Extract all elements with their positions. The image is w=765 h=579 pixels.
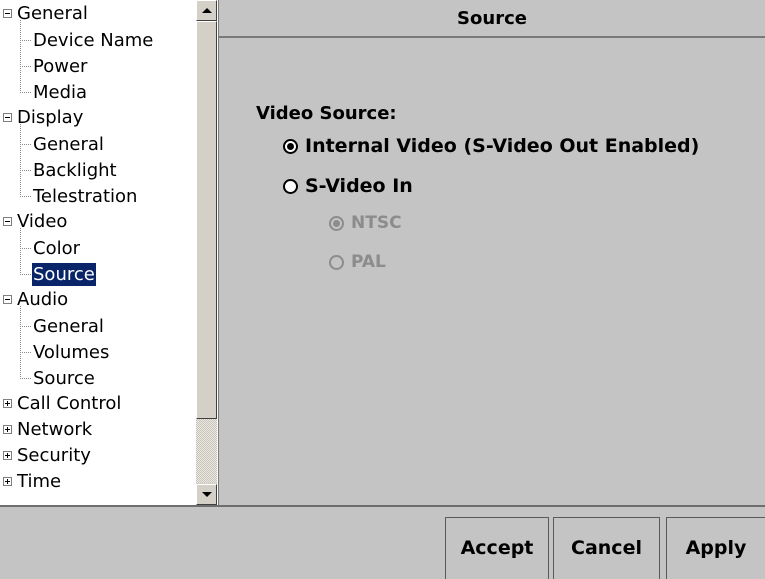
radio-label: S-Video In — [305, 175, 413, 197]
tree-label: Media — [33, 82, 88, 103]
tree-label: Device Name — [33, 30, 154, 51]
tree-connector — [20, 306, 21, 379]
tree-connector — [20, 40, 31, 41]
expand-plus-icon[interactable] — [3, 425, 12, 434]
tree-connector — [20, 66, 31, 67]
expand-plus-icon[interactable] — [3, 477, 12, 486]
page-title: Source — [457, 8, 527, 29]
radio-dot-icon — [287, 143, 294, 150]
settings-tree-panel: General Device Name Power Media Display Gener… — [0, 0, 219, 505]
tree-label: Color — [33, 238, 80, 259]
tree-connector — [20, 20, 21, 93]
radio-label: PAL — [351, 252, 386, 272]
collapse-minus-icon[interactable] — [3, 113, 12, 122]
tree-connector — [20, 124, 21, 197]
tree-connector — [20, 92, 31, 93]
tree-label: Network — [17, 419, 93, 440]
tree-scrollbar[interactable] — [196, 0, 217, 505]
tree-label: Call Control — [17, 393, 122, 414]
radio-button-icon — [329, 216, 344, 231]
content-pane: Source Video Source: Internal Video (S-V… — [219, 0, 765, 505]
collapse-minus-icon[interactable] — [3, 295, 12, 304]
scroll-down-button[interactable] — [196, 484, 217, 505]
tree-connector — [20, 274, 31, 275]
video-source-label: Video Source: — [256, 103, 397, 124]
radio-button-icon — [283, 139, 298, 154]
expand-plus-icon[interactable] — [3, 451, 12, 460]
tree-viewport: General Device Name Power Media Display Gener… — [0, 0, 196, 505]
section-header: Source — [219, 0, 765, 38]
tree-label: Security — [17, 445, 91, 466]
tree-label: Display — [17, 107, 84, 128]
tree-label: Time — [17, 471, 62, 492]
tree-connector — [20, 196, 31, 197]
tree-connector — [20, 248, 31, 249]
arrow-up-icon — [202, 8, 212, 13]
apply-button[interactable]: Apply — [666, 517, 765, 579]
tree-label: General — [33, 316, 104, 337]
radio-button-icon — [329, 255, 344, 270]
tree-label: Source — [33, 368, 95, 389]
tree-label: General — [33, 134, 104, 155]
tree-label: Volumes — [33, 342, 110, 363]
tree-connector — [20, 326, 31, 327]
collapse-minus-icon[interactable] — [3, 217, 12, 226]
collapse-minus-icon[interactable] — [3, 9, 12, 18]
tree-label: Telestration — [33, 186, 138, 207]
cancel-button[interactable]: Cancel — [553, 517, 660, 579]
tree-label: Source — [32, 263, 96, 286]
button-bar: Accept Cancel Apply — [0, 505, 765, 579]
tree-connector — [20, 228, 21, 275]
accept-button[interactable]: Accept — [445, 517, 549, 579]
tree-connector — [20, 378, 31, 379]
expand-plus-icon[interactable] — [3, 399, 12, 408]
tree-connector — [20, 144, 31, 145]
tree-connector — [20, 170, 31, 171]
radio-label: NTSC — [351, 213, 402, 233]
scroll-up-button[interactable] — [196, 0, 217, 21]
tree-label: Backlight — [33, 160, 117, 181]
tree-label: Power — [33, 56, 88, 77]
radio-button-icon — [283, 179, 298, 194]
tree-label: Video — [17, 211, 68, 232]
radio-label: Internal Video (S-Video Out Enabled) — [305, 135, 700, 157]
radio-dot-icon — [333, 220, 340, 227]
arrow-down-icon — [202, 492, 212, 497]
scrollbar-thumb[interactable] — [196, 21, 217, 419]
tree-label: General — [17, 3, 88, 24]
tree-label: Audio — [17, 289, 69, 310]
tree-connector — [20, 352, 31, 353]
